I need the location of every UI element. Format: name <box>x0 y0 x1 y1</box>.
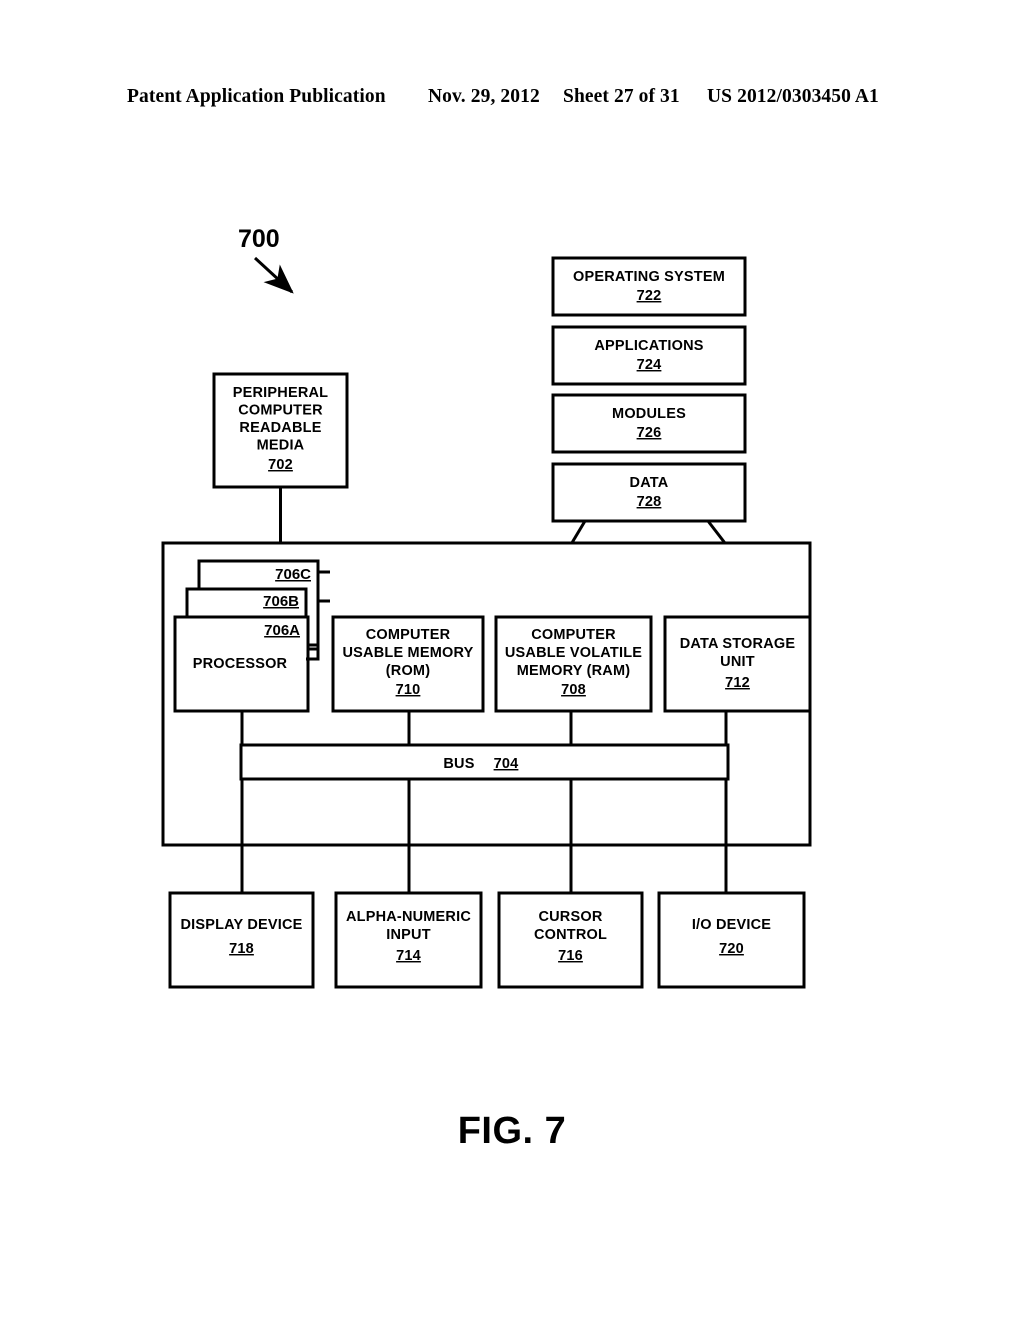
alpha-numeric-input-ref: 714 <box>396 948 421 964</box>
peripheral-media-ref: 702 <box>268 457 293 473</box>
rom-line2: USABLE MEMORY <box>343 645 474 661</box>
peripheral-media-line1: PERIPHERAL <box>233 385 328 401</box>
applications-box <box>551 325 747 386</box>
display-device-box <box>168 891 315 989</box>
data-box <box>551 462 747 523</box>
rom-ref: 710 <box>396 682 421 698</box>
data-storage-line1: DATA STORAGE <box>680 636 796 652</box>
modules-box <box>551 393 747 454</box>
rom-line1: COMPUTER <box>366 627 451 643</box>
alpha-numeric-input-line2: INPUT <box>386 927 431 943</box>
bus-ref: 704 <box>494 756 519 772</box>
io-device-ref: 720 <box>719 941 744 957</box>
data-label: DATA <box>630 475 669 491</box>
figure-caption: FIG. 7 <box>457 1110 567 1152</box>
alpha-numeric-input-line1: ALPHA-NUMERIC <box>346 909 471 925</box>
display-device-line1: DISPLAY DEVICE <box>180 917 302 933</box>
cursor-control-ref: 716 <box>558 948 583 964</box>
io-device-line1: I/O DEVICE <box>692 917 771 933</box>
bus-label: BUS <box>443 756 474 772</box>
processor-ref-706b: 706B <box>263 593 299 610</box>
data-ref: 728 <box>637 494 662 510</box>
operating-system-label: OPERATING SYSTEM <box>573 269 725 285</box>
ram-line1: COMPUTER <box>531 627 616 643</box>
processor-label: PROCESSOR <box>193 656 288 672</box>
data-storage-line2: UNIT <box>720 654 755 670</box>
ram-line3: MEMORY (RAM) <box>517 663 631 679</box>
operating-system-box <box>551 256 747 317</box>
rom-line3: (ROM) <box>386 663 431 679</box>
applications-ref: 724 <box>637 357 662 373</box>
processor-ref-706a: 706A <box>264 622 300 639</box>
ram-line2: USABLE VOLATILE <box>505 645 642 661</box>
cursor-control-line1: CURSOR <box>538 909 602 925</box>
modules-ref: 726 <box>637 425 662 441</box>
peripheral-media-line2: COMPUTER <box>238 403 323 419</box>
processor-ref-706c: 706C <box>275 566 311 583</box>
system-reference-label: 700 <box>238 225 280 253</box>
operating-system-ref: 722 <box>637 288 662 304</box>
data-storage-ref: 712 <box>725 675 750 691</box>
modules-label: MODULES <box>612 406 686 422</box>
display-device-ref: 718 <box>229 941 254 957</box>
peripheral-media-line4: MEDIA <box>257 438 305 454</box>
io-device-box <box>657 891 806 989</box>
bus-bar <box>239 743 730 781</box>
cursor-control-line2: CONTROL <box>534 927 607 943</box>
peripheral-media-line3: READABLE <box>239 420 321 436</box>
applications-label: APPLICATIONS <box>594 338 703 354</box>
ram-ref: 708 <box>561 682 586 698</box>
system-reference-arrow <box>253 256 294 294</box>
